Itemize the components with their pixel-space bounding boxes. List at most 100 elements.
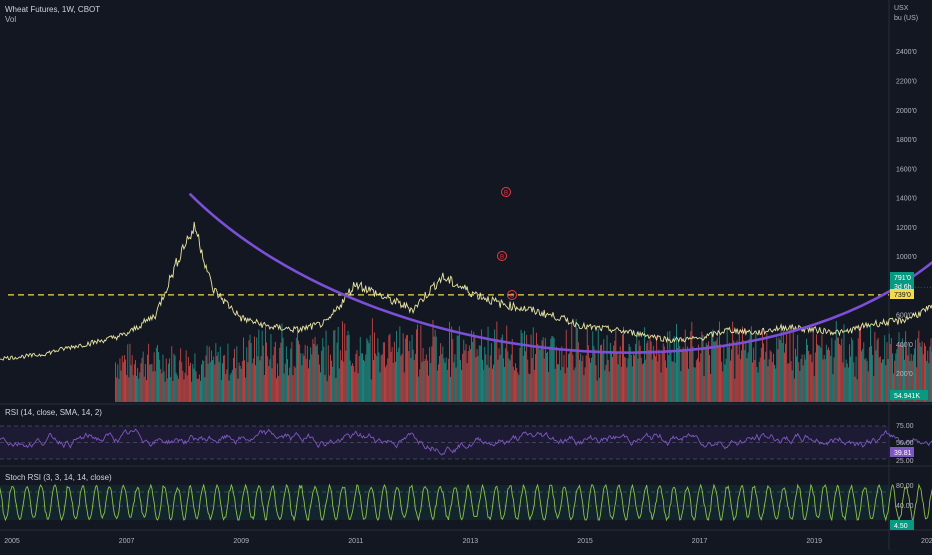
price-tick-label: 600'0 <box>896 313 913 320</box>
volume-bar <box>538 345 539 402</box>
volume-bar <box>874 332 875 402</box>
volume-bar <box>231 373 232 402</box>
volume-bar <box>435 330 436 402</box>
volume-bar <box>126 375 127 402</box>
volume-bar <box>650 335 651 403</box>
volume-bar <box>525 351 526 402</box>
volume-bar <box>327 381 328 402</box>
volume-bar <box>142 358 143 402</box>
volume-bar <box>154 352 155 402</box>
volume-bar <box>760 358 761 402</box>
volume-bar <box>261 356 262 402</box>
volume-bar <box>175 356 176 402</box>
volume-bar <box>150 364 151 402</box>
volume-bar <box>708 341 709 402</box>
volume-bar <box>640 346 641 402</box>
volume-bar <box>736 344 737 402</box>
volume-bar <box>698 345 699 402</box>
symbol-title[interactable]: Wheat Futures, 1W, CBOT <box>5 5 100 14</box>
volume-bar <box>733 340 734 402</box>
volume-bar <box>549 347 550 402</box>
volume-bar <box>860 326 861 402</box>
volume-bar <box>564 355 565 402</box>
volume-bar <box>622 334 623 402</box>
volume-bar <box>464 350 465 402</box>
volume-bar <box>817 344 818 402</box>
volume-bar <box>297 330 298 402</box>
volume-bar <box>577 328 578 402</box>
stoch-legend[interactable]: Stoch RSI (3, 3, 14, 14, close) <box>5 473 112 482</box>
volume-bar <box>382 354 383 402</box>
volume-bar <box>839 344 840 402</box>
volume-bar <box>250 335 251 402</box>
volume-bar <box>864 359 865 402</box>
volume-bar <box>769 359 770 402</box>
volume-bar <box>460 360 461 402</box>
volume-bar <box>672 361 673 402</box>
volume-bar <box>264 375 265 402</box>
volume-bar <box>522 333 523 402</box>
volume-bar <box>187 375 188 402</box>
chart-stage[interactable]: 2400'02200'02000'01800'01600'01400'01200… <box>0 0 932 550</box>
volume-bar <box>228 344 229 402</box>
volume-bar <box>200 381 201 402</box>
volume-bar <box>316 346 317 402</box>
volume-bar <box>193 369 194 403</box>
volume-bar <box>591 358 592 402</box>
volume-bar <box>138 379 139 402</box>
volume-bar <box>786 332 787 403</box>
volume-bar <box>309 360 310 402</box>
volume-bar <box>931 338 932 402</box>
volume-bar <box>797 335 798 402</box>
wave-label-c[interactable]: C <box>508 291 517 300</box>
volume-bar <box>349 335 350 402</box>
volume-bar <box>470 349 471 402</box>
volume-bar <box>219 362 220 402</box>
volume-bar <box>235 368 236 402</box>
volume-bar <box>825 359 826 402</box>
price-tick-label: 2000'0 <box>896 108 917 115</box>
volume-bar <box>696 360 697 402</box>
volume-bar <box>808 351 809 402</box>
volume-bar <box>322 338 323 402</box>
volume-bar <box>277 364 278 402</box>
rsi-legend[interactable]: RSI (14, close, SMA, 14, 2) <box>5 408 102 417</box>
volume-bar <box>166 359 167 402</box>
volume-bar <box>171 346 172 402</box>
volume-bar <box>195 353 196 402</box>
volume-bar <box>802 355 803 402</box>
volume-bar <box>628 358 629 402</box>
volume-bar <box>440 343 441 402</box>
wave-label-b-top[interactable]: B <box>502 188 511 197</box>
volume-bar <box>763 343 764 402</box>
volume-bar <box>406 335 407 402</box>
volume-bar <box>871 346 872 402</box>
volume-bar <box>660 354 661 402</box>
volume-bar <box>434 337 435 402</box>
volume-bar <box>695 368 696 402</box>
volume-bar <box>334 330 335 402</box>
rsi-level-50: 50.00 <box>896 440 914 447</box>
volume-legend[interactable]: Vol <box>5 15 16 24</box>
volume-bar <box>523 356 524 402</box>
volume-bar <box>430 363 431 402</box>
volume-bar <box>202 360 203 402</box>
chart-canvas[interactable]: 2400'02200'02000'01800'01600'01400'01200… <box>0 0 932 550</box>
volume-bar <box>386 365 387 402</box>
volume-bar <box>588 345 589 402</box>
volume-bar <box>857 379 858 402</box>
volume-bar <box>572 355 573 402</box>
volume-bar <box>745 343 746 402</box>
volume-bar <box>690 331 691 402</box>
wave-label-b-mid[interactable]: B <box>498 252 507 261</box>
volume-bar <box>516 368 517 402</box>
volume-bar <box>801 359 802 402</box>
volume-bar <box>751 326 752 402</box>
volume-bar <box>684 349 685 402</box>
volume-bar <box>625 358 626 402</box>
volume-bar <box>168 364 169 402</box>
volume-bar <box>425 359 426 402</box>
volume-bar <box>842 362 843 402</box>
volume-bar <box>609 372 610 403</box>
volume-bar <box>221 380 222 402</box>
